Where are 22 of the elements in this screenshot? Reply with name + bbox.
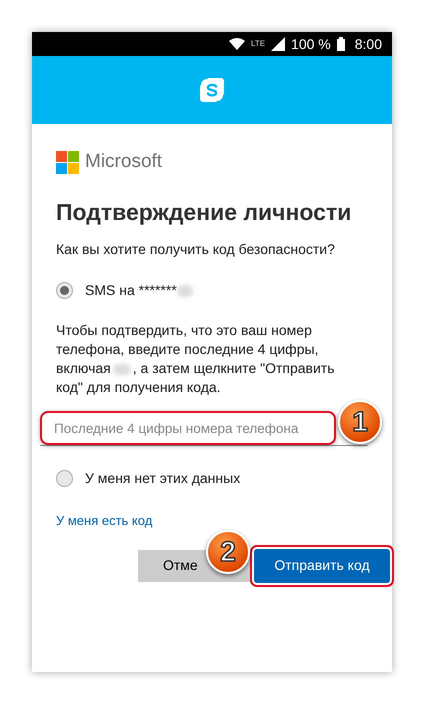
skype-logo-icon xyxy=(200,78,224,102)
signal-icon xyxy=(271,37,286,51)
battery-icon xyxy=(336,37,345,51)
step-badge: 2 xyxy=(206,530,250,574)
microsoft-logo-icon xyxy=(56,150,79,174)
send-code-button[interactable]: Отправить код xyxy=(254,548,390,582)
brand-name: Microsoft xyxy=(85,150,162,174)
network-label: LTE xyxy=(250,40,266,48)
radio-button[interactable] xyxy=(56,470,73,487)
clock: 8:00 xyxy=(354,34,382,54)
blurred-number xyxy=(176,284,193,296)
wifi-icon xyxy=(228,38,245,50)
question-text: Как вы хотите получить код безопасности? xyxy=(56,240,336,259)
option-label: SMS на ******* xyxy=(85,281,177,300)
page-title: Подтверждение личности xyxy=(56,198,352,227)
radio-button[interactable] xyxy=(56,282,73,299)
option-label: У меня нет этих данных xyxy=(85,469,240,488)
step-badge: 1 xyxy=(338,400,382,444)
battery-percent: 100 % xyxy=(291,34,331,54)
input-field[interactable]: Последние 4 цифры номера телефона xyxy=(40,411,336,445)
instructions-text: Чтобы подтвердить, что это ваш номер телефона, введите последние 4 цифры, включая , а затем щелкните "Отправить код" для получения кода. xyxy=(56,321,336,397)
have-code-link[interactable]: У меня есть код xyxy=(56,511,368,530)
